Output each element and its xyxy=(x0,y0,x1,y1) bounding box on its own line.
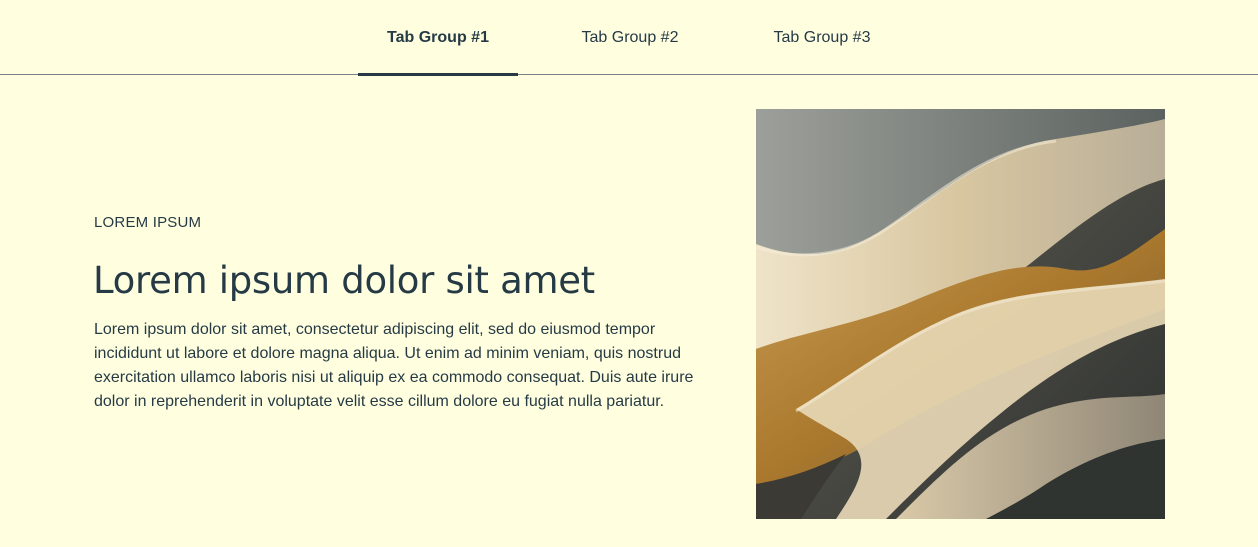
active-tab-indicator xyxy=(358,73,518,76)
tab-group-1-label: Tab Group #1 xyxy=(387,28,489,46)
section-headline: Lorem ipsum dolor sit amet xyxy=(93,259,595,302)
tab-group-3[interactable]: Tab Group #3 xyxy=(742,0,902,75)
tab-bar: Tab Group #1 Tab Group #2 Tab Group #3 xyxy=(0,0,1258,76)
tab-group-2-label: Tab Group #2 xyxy=(581,28,679,46)
abstract-wave-image xyxy=(756,109,1165,519)
tab-group-3-label: Tab Group #3 xyxy=(773,28,871,46)
eyebrow-label: LOREM IPSUM xyxy=(94,214,202,231)
tab-group-2[interactable]: Tab Group #2 xyxy=(550,0,710,75)
section-body-text: Lorem ipsum dolor sit amet, consectetur … xyxy=(94,321,694,410)
tab-group-1[interactable]: Tab Group #1 xyxy=(358,0,518,76)
